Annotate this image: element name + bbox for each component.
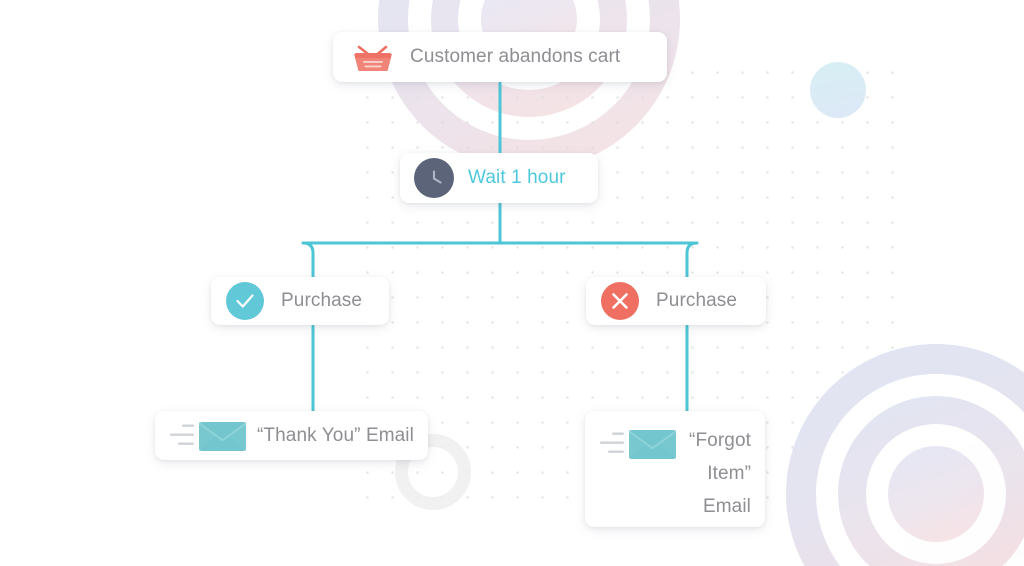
clock-icon xyxy=(414,158,454,198)
node-wait-1-hour[interactable]: Wait 1 hour xyxy=(400,153,598,203)
node-label: Purchase xyxy=(656,290,738,311)
shopping-basket-icon xyxy=(354,45,392,71)
node-label: “Forgot Item” Email xyxy=(689,430,751,517)
node-purchase-yes[interactable]: Purchase xyxy=(211,277,389,325)
node-forgot-item-email[interactable]: “Forgot Item” Email xyxy=(585,411,765,527)
edge-wait-to-purchase-yes xyxy=(301,241,500,277)
flow-diagram-canvas: Customer abandons cart Wait 1 hour Purch… xyxy=(0,0,1024,566)
node-label: Purchase xyxy=(281,290,363,311)
node-label: “Thank You” Email xyxy=(257,424,414,446)
flow-connectors xyxy=(301,82,699,411)
node-customer-abandons-cart[interactable]: Customer abandons cart xyxy=(333,32,667,82)
x-circle-icon xyxy=(601,282,639,320)
check-circle-icon xyxy=(226,282,264,320)
email-send-icon xyxy=(170,421,246,451)
node-purchase-no[interactable]: Purchase xyxy=(586,277,766,325)
node-label: Customer abandons cart xyxy=(410,46,621,67)
edge-wait-to-purchase-no xyxy=(500,241,699,277)
node-label: Wait 1 hour xyxy=(468,167,566,188)
email-send-icon xyxy=(600,430,676,459)
node-thank-you-email[interactable]: “Thank You” Email xyxy=(155,411,428,460)
